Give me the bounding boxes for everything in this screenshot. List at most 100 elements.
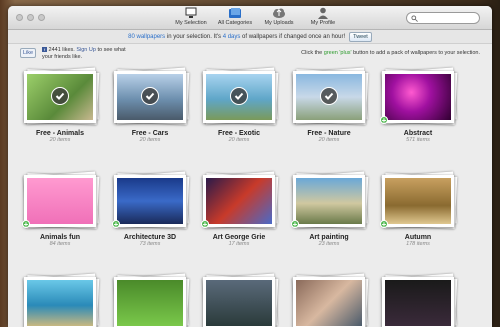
category-card[interactable]: + Abstract 571 items bbox=[380, 67, 460, 143]
category-item-count: 20 items bbox=[139, 137, 161, 143]
category-card[interactable] bbox=[201, 273, 281, 327]
thumbnail-stack bbox=[201, 67, 279, 126]
category-card[interactable]: Free - Cars 20 items bbox=[112, 67, 192, 143]
selection-text-part1: in your selection. It's bbox=[165, 33, 223, 40]
thumbnail-stack bbox=[112, 67, 190, 126]
category-card[interactable] bbox=[112, 273, 192, 327]
thumbnail-image bbox=[117, 178, 183, 224]
category-item-count: 20 items bbox=[228, 137, 250, 143]
add-pack-plus-icon[interactable]: + bbox=[380, 220, 388, 229]
hint-post: button to add a pack of wallpapers to yo… bbox=[351, 50, 480, 56]
my-uploads-button[interactable]: My Uploads bbox=[261, 7, 297, 30]
category-title: Autumn bbox=[404, 234, 432, 241]
category-item-count: 84 items bbox=[49, 241, 71, 247]
facebook-icon: f bbox=[42, 47, 47, 53]
category-card[interactable]: Free - Exotic 20 items bbox=[201, 67, 281, 143]
thumbnail-stack bbox=[291, 67, 369, 126]
minimize-button[interactable] bbox=[27, 14, 34, 21]
add-pack-plus-icon[interactable]: + bbox=[112, 220, 120, 229]
my-profile-button[interactable]: My Profile bbox=[305, 7, 341, 30]
add-pack-plus-icon[interactable]: + bbox=[201, 220, 209, 229]
category-card[interactable]: + Architecture 3D 73 items bbox=[112, 171, 192, 247]
title-bar: My Selection All Categories My Uploads M… bbox=[8, 6, 492, 30]
my-uploads-label: My Uploads bbox=[264, 20, 294, 26]
add-pack-plus-icon[interactable]: + bbox=[22, 220, 30, 229]
my-selection-label: My Selection bbox=[175, 20, 207, 26]
selected-check-icon[interactable] bbox=[320, 87, 338, 105]
thumbnail-stack bbox=[291, 273, 369, 327]
thumbnail-stack bbox=[22, 67, 100, 126]
category-title: Art painting bbox=[309, 234, 349, 241]
category-card[interactable] bbox=[291, 273, 371, 327]
days-count: 4 days bbox=[222, 33, 241, 40]
search-field[interactable] bbox=[406, 12, 480, 24]
add-pack-plus-icon[interactable]: + bbox=[380, 116, 388, 125]
thumbnail-stack: + bbox=[112, 171, 190, 230]
checkmark-icon bbox=[324, 92, 334, 100]
thumbnail-stack: + bbox=[22, 171, 100, 230]
thumbnail-stack: + bbox=[201, 171, 279, 230]
category-item-count: 23 items bbox=[318, 241, 340, 247]
thumbnail-front bbox=[114, 277, 186, 327]
selected-check-icon[interactable] bbox=[51, 87, 69, 105]
facebook-signup-link[interactable]: Sign Up bbox=[76, 47, 96, 53]
category-card[interactable]: + Autumn 178 items bbox=[380, 171, 460, 247]
category-card[interactable]: Free - Animals 20 items bbox=[22, 67, 102, 143]
category-title: Free - Cars bbox=[131, 130, 169, 137]
thumbnail-image bbox=[117, 280, 183, 326]
thumbnail-stack bbox=[112, 273, 190, 327]
social-bar: Like f 2441 likes. Sign Up to see what y… bbox=[8, 44, 492, 62]
category-card[interactable] bbox=[22, 273, 102, 327]
thumbnail-image bbox=[206, 280, 272, 326]
thumbnail-front bbox=[293, 277, 365, 327]
category-card[interactable] bbox=[380, 273, 460, 327]
thumbnail-front bbox=[114, 175, 186, 227]
category-item-count: 178 items bbox=[406, 241, 430, 247]
category-item-count: 571 items bbox=[406, 137, 430, 143]
category-title: Free - Nature bbox=[307, 130, 351, 137]
hint-pre: Click the bbox=[301, 50, 324, 56]
checkmark-icon bbox=[145, 92, 155, 100]
category-card[interactable]: Free - Nature 20 items bbox=[291, 67, 371, 143]
thumbnail-stack bbox=[201, 273, 279, 327]
selected-check-icon[interactable] bbox=[141, 87, 159, 105]
likes-count: 2441 likes. bbox=[48, 47, 75, 53]
category-item-count: 20 items bbox=[49, 137, 71, 143]
plus-hint-text: Click the green 'plus' button to add a p… bbox=[301, 50, 480, 56]
category-card[interactable]: + Art painting 23 items bbox=[291, 171, 371, 247]
my-selection-button[interactable]: My Selection bbox=[173, 7, 209, 30]
thumbnail-image bbox=[385, 178, 451, 224]
thumbnail-image bbox=[27, 178, 93, 224]
category-title: Abstract bbox=[403, 130, 433, 137]
tweet-button[interactable]: Tweet bbox=[349, 31, 372, 42]
like-label: Like bbox=[23, 50, 34, 56]
hint-green: green 'plus' bbox=[323, 50, 352, 56]
selected-check-icon[interactable] bbox=[230, 87, 248, 105]
thumbnail-image bbox=[206, 178, 272, 224]
window-controls bbox=[16, 14, 45, 21]
close-button[interactable] bbox=[16, 14, 23, 21]
category-title: Architecture 3D bbox=[123, 234, 177, 241]
monitor-icon bbox=[185, 7, 197, 18]
add-pack-plus-icon[interactable]: + bbox=[291, 220, 299, 229]
category-title: Art George Grie bbox=[212, 234, 266, 241]
facebook-like-button[interactable]: Like bbox=[20, 48, 37, 58]
search-input[interactable] bbox=[420, 15, 478, 21]
category-card[interactable]: + Art George Grie 17 items bbox=[201, 171, 281, 247]
thumbnail-front bbox=[24, 175, 96, 227]
checkmark-icon bbox=[55, 92, 65, 100]
search-icon bbox=[411, 14, 418, 22]
category-card[interactable]: + Animals fun 84 items bbox=[22, 171, 102, 247]
facebook-likes-text: f 2441 likes. Sign Up to see what your f… bbox=[42, 47, 132, 60]
wallpaper-count: 80 wallpapers bbox=[128, 33, 166, 40]
category-title: Free - Animals bbox=[36, 130, 84, 137]
zoom-button[interactable] bbox=[38, 14, 45, 21]
person-icon bbox=[318, 7, 328, 19]
thumbnail-stack: + bbox=[380, 171, 458, 230]
all-categories-button[interactable]: All Categories bbox=[217, 7, 253, 30]
folders-icon bbox=[229, 8, 241, 18]
thumbnail-front bbox=[293, 175, 365, 227]
selection-text-part2: of wallpapers if changed once an hour! bbox=[240, 33, 346, 40]
toolbar: My Selection All Categories My Uploads M… bbox=[173, 7, 341, 30]
tweet-label: Tweet bbox=[353, 33, 368, 40]
